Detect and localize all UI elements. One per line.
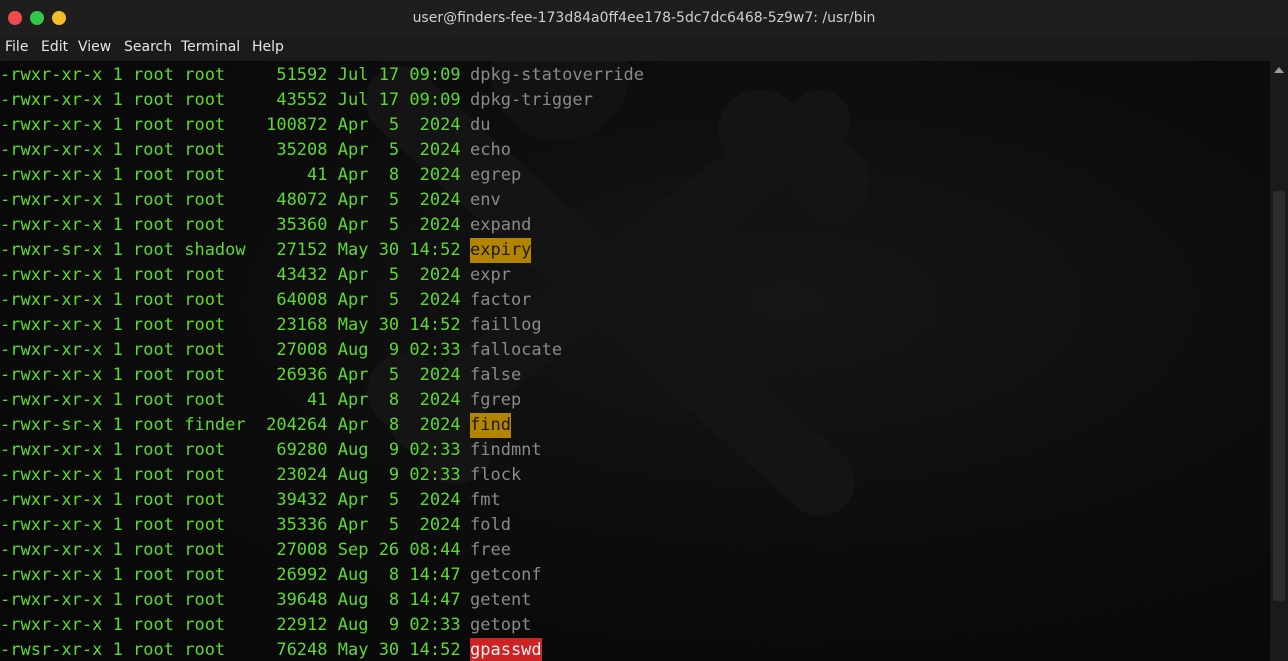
file-metadata: -rwxr-xr-x 1 root root 26992 Aug 8 14:47 <box>0 565 461 585</box>
file-name: getconf <box>470 565 542 585</box>
file-metadata: -rwxr-xr-x 1 root root 43432 Apr 5 2024 <box>0 265 461 285</box>
file-name: env <box>470 190 501 210</box>
scroll-up-icon[interactable] <box>1274 67 1284 73</box>
listing-row: -rwxr-xr-x 1 root root 35208 Apr 5 2024 e… <box>0 138 1000 163</box>
file-name: getopt <box>470 615 532 635</box>
window-title: user@finders-fee-173d84a0ff4ee178-5dc7dc… <box>412 10 876 26</box>
file-metadata: -rwxr-xr-x 1 root root 41 Apr 8 2024 <box>0 390 461 410</box>
listing-row: -rwxr-xr-x 1 root root 35336 Apr 5 2024 f… <box>0 513 1000 538</box>
file-name: du <box>470 115 491 135</box>
listing-row: -rwxr-xr-x 1 root root 26992 Aug 8 14:47… <box>0 563 1000 588</box>
listing-row: -rwxr-xr-x 1 root root 41 Apr 8 2024 fgre… <box>0 388 1000 413</box>
file-metadata: -rwxr-xr-x 1 root root 64008 Apr 5 2024 <box>0 290 461 310</box>
file-metadata: -rwxr-xr-x 1 root root 43552 Jul 17 09:0… <box>0 90 461 110</box>
menu-help[interactable]: Help <box>252 39 284 55</box>
file-name: faillog <box>470 315 542 335</box>
file-metadata: -rwxr-sr-x 1 root finder 204264 Apr 8 20… <box>0 415 461 435</box>
file-name: flock <box>470 465 522 485</box>
file-name: expr <box>470 265 511 285</box>
listing-row: -rwxr-xr-x 1 root root 39648 Aug 8 14:47… <box>0 588 1000 613</box>
menu-bar: File Edit View Search Terminal Help <box>0 36 1288 61</box>
listing-row: -rwxr-xr-x 1 root root 41 Apr 8 2024 egre… <box>0 163 1000 188</box>
listing-row: -rwxr-xr-x 1 root root 69280 Aug 9 02:33… <box>0 438 1000 463</box>
listing-row: -rwxr-xr-x 1 root root 22912 Aug 9 02:33… <box>0 613 1000 638</box>
terminal-output[interactable]: -rwxr-xr-x 1 root root 51592 Jul 17 09:0… <box>0 61 1270 661</box>
file-metadata: -rwxr-xr-x 1 root root 39432 Apr 5 2024 <box>0 490 461 510</box>
menu-view[interactable]: View <box>78 39 111 55</box>
file-metadata: -rwxr-xr-x 1 root root 100872 Apr 5 2024 <box>0 115 461 135</box>
listing-row: -rwxr-xr-x 1 root root 43552 Jul 17 09:0… <box>0 88 1000 113</box>
menu-terminal[interactable]: Terminal <box>181 39 240 55</box>
file-metadata: -rwxr-xr-x 1 root root 35336 Apr 5 2024 <box>0 515 461 535</box>
listing-row: -rwxr-sr-x 1 root shadow 27152 May 30 14… <box>0 238 1000 263</box>
file-name: dpkg-statoverride <box>470 65 644 85</box>
file-metadata: -rwxr-xr-x 1 root root 27008 Sep 26 08:4… <box>0 540 461 560</box>
listing-row: -rwxr-xr-x 1 root root 35360 Apr 5 2024 e… <box>0 213 1000 238</box>
file-name: false <box>470 365 522 385</box>
terminal-window: user@finders-fee-173d84a0ff4ee178-5dc7dc… <box>0 0 1288 661</box>
scrollbar-thumb[interactable] <box>1273 191 1285 601</box>
listing-row: -rwxr-xr-x 1 root root 64008 Apr 5 2024 f… <box>0 288 1000 313</box>
listing-row: -rwxr-xr-x 1 root root 48072 Apr 5 2024 e… <box>0 188 1000 213</box>
title-bar[interactable]: user@finders-fee-173d84a0ff4ee178-5dc7dc… <box>0 0 1288 37</box>
file-metadata: -rwxr-xr-x 1 root root 22912 Aug 9 02:33 <box>0 615 461 635</box>
file-name: gpasswd <box>470 638 542 661</box>
file-metadata: -rwxr-sr-x 1 root shadow 27152 May 30 14… <box>0 240 461 260</box>
listing-row: -rwxr-xr-x 1 root root 27008 Aug 9 02:33… <box>0 338 1000 363</box>
file-name: findmnt <box>470 440 542 460</box>
file-name: expand <box>470 215 532 235</box>
file-metadata: -rwxr-xr-x 1 root root 26936 Apr 5 2024 <box>0 365 461 385</box>
file-name: fold <box>470 515 511 535</box>
file-metadata: -rwxr-xr-x 1 root root 41 Apr 8 2024 <box>0 165 461 185</box>
file-metadata: -rwxr-xr-x 1 root root 35360 Apr 5 2024 <box>0 215 461 235</box>
file-metadata: -rwxr-xr-x 1 root root 27008 Aug 9 02:33 <box>0 340 461 360</box>
file-metadata: -rwxr-xr-x 1 root root 48072 Apr 5 2024 <box>0 190 461 210</box>
file-name: dpkg-trigger <box>470 90 593 110</box>
listing-row: -rwxr-xr-x 1 root root 39432 Apr 5 2024 f… <box>0 488 1000 513</box>
file-name: fallocate <box>470 340 563 360</box>
listing-row: -rwxr-xr-x 1 root root 43432 Apr 5 2024 e… <box>0 263 1000 288</box>
file-name: echo <box>470 140 511 160</box>
menu-file[interactable]: File <box>5 39 28 55</box>
file-name: expiry <box>470 238 532 263</box>
menu-search[interactable]: Search <box>124 39 172 55</box>
file-metadata: -rwsr-xr-x 1 root root 76248 May 30 14:5… <box>0 640 461 660</box>
file-metadata: -rwxr-xr-x 1 root root 23024 Aug 9 02:33 <box>0 465 461 485</box>
file-metadata: -rwxr-xr-x 1 root root 35208 Apr 5 2024 <box>0 140 461 160</box>
file-name: fgrep <box>470 390 522 410</box>
menu-edit[interactable]: Edit <box>41 39 68 55</box>
listing-row: -rwxr-sr-x 1 root finder 204264 Apr 8 20… <box>0 413 1000 438</box>
listing-row: -rwxr-xr-x 1 root root 27008 Sep 26 08:4… <box>0 538 1000 563</box>
file-name: find <box>470 413 511 438</box>
scrollbar[interactable] <box>1270 61 1288 661</box>
file-metadata: -rwxr-xr-x 1 root root 39648 Aug 8 14:47 <box>0 590 461 610</box>
file-name: egrep <box>470 165 522 185</box>
file-name: fmt <box>470 490 501 510</box>
listing-row: -rwsr-xr-x 1 root root 76248 May 30 14:5… <box>0 638 1000 661</box>
file-metadata: -rwxr-xr-x 1 root root 23168 May 30 14:5… <box>0 315 461 335</box>
file-name: free <box>470 540 511 560</box>
listing-row: -rwxr-xr-x 1 root root 51592 Jul 17 09:0… <box>0 63 1000 88</box>
listing-row: -rwxr-xr-x 1 root root 100872 Apr 5 2024… <box>0 113 1000 138</box>
file-metadata: -rwxr-xr-x 1 root root 51592 Jul 17 09:0… <box>0 65 461 85</box>
listing-row: -rwxr-xr-x 1 root root 23024 Aug 9 02:33… <box>0 463 1000 488</box>
file-name: getent <box>470 590 532 610</box>
file-metadata: -rwxr-xr-x 1 root root 69280 Aug 9 02:33 <box>0 440 461 460</box>
file-name: factor <box>470 290 532 310</box>
listing-row: -rwxr-xr-x 1 root root 23168 May 30 14:5… <box>0 313 1000 338</box>
listing-row: -rwxr-xr-x 1 root root 26936 Apr 5 2024 f… <box>0 363 1000 388</box>
